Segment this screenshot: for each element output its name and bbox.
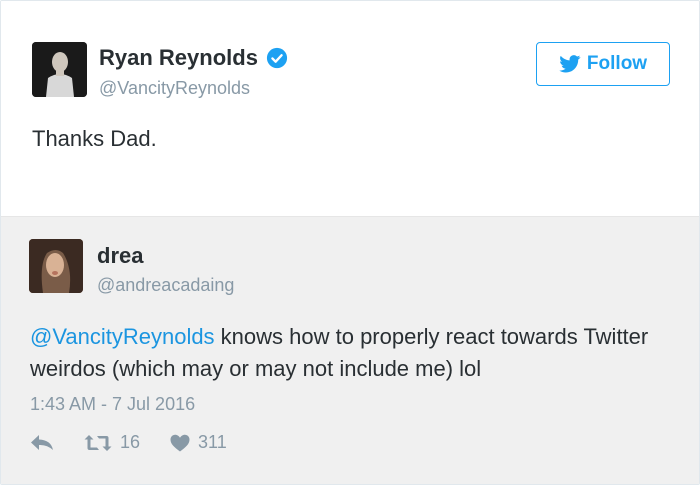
quoted-author-handle[interactable]: @andreacadaing (97, 275, 234, 296)
timestamp[interactable]: 1:43 AM - 7 Jul 2016 (30, 394, 195, 415)
avatar[interactable] (29, 239, 83, 293)
retweet-icon (84, 434, 112, 451)
like-button[interactable]: 311 (170, 432, 227, 453)
tweet-actions: 16 311 (30, 432, 227, 453)
follow-label: Follow (586, 53, 648, 74)
retweet-count: 16 (120, 432, 141, 452)
avatar[interactable] (32, 42, 87, 97)
like-count: 311 (198, 432, 227, 452)
tweet-header: Ryan Reynolds @VancityReynolds Follow Th… (1, 1, 699, 216)
author-name-row: Ryan Reynolds (99, 45, 288, 71)
quoted-tweet-text: @VancityReynolds knows how to properly r… (30, 321, 670, 385)
tweet-text: Thanks Dad. (32, 126, 157, 151)
follow-button[interactable]: Follow (536, 42, 670, 86)
author-name[interactable]: Ryan Reynolds (99, 45, 258, 71)
heart-icon (170, 434, 190, 451)
quoted-tweet[interactable]: drea @andreacadaing @VancityReynolds kno… (1, 216, 699, 484)
reply-button[interactable] (30, 434, 54, 452)
reply-icon (31, 434, 53, 450)
mention-link[interactable]: @VancityReynolds (30, 324, 215, 349)
retweet-button[interactable]: 16 (84, 432, 140, 453)
verified-badge-icon (266, 47, 288, 69)
tweet-card: Ryan Reynolds @VancityReynolds Follow Th… (0, 0, 700, 485)
author-handle[interactable]: @VancityReynolds (99, 78, 250, 99)
twitter-bird-icon (559, 55, 581, 73)
quoted-author-name[interactable]: drea (97, 243, 143, 269)
